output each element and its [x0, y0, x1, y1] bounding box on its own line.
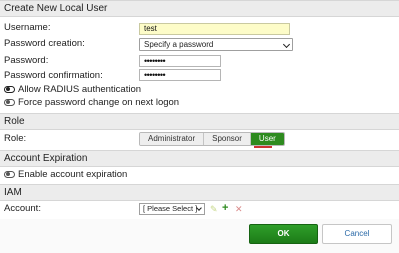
allow-radius-toggle[interactable] — [4, 86, 15, 93]
password-creation-label: Password creation: — [4, 38, 85, 49]
edit-icon[interactable]: ✎ — [210, 203, 218, 215]
password-creation-select[interactable]: Specify a password — [139, 38, 293, 51]
role-label: Role: — [4, 133, 27, 144]
iam-section-title: IAM — [0, 184, 399, 201]
force-password-change-label: Force password change on next logon — [18, 97, 180, 108]
password-confirmation-label: Password confirmation: — [4, 70, 103, 81]
dialog-title: Create New Local User — [0, 0, 399, 17]
enable-expiration-toggle[interactable] — [4, 171, 15, 178]
selected-role-underline — [254, 146, 272, 148]
remove-icon[interactable]: ✕ — [235, 203, 243, 215]
username-input[interactable]: test — [139, 23, 290, 35]
toggle-knob — [5, 172, 10, 177]
password-creation-value: Specify a password — [144, 40, 214, 49]
force-password-change-toggle[interactable] — [4, 99, 15, 106]
account-select[interactable]: [ Please Select ] — [139, 203, 205, 215]
account-select-value: [ Please Select ] — [143, 204, 198, 213]
role-segmented-control[interactable]: Administrator Sponsor User — [139, 132, 285, 146]
chevron-down-icon — [282, 40, 291, 49]
cancel-button[interactable]: Cancel — [322, 224, 392, 244]
username-label: Username: — [4, 22, 51, 33]
role-option-user[interactable]: User — [250, 133, 284, 145]
enable-expiration-label: Enable account expiration — [18, 169, 128, 180]
ok-button[interactable]: OK — [249, 224, 318, 244]
role-option-sponsor[interactable]: Sponsor — [204, 133, 251, 145]
role-section-title: Role — [0, 113, 399, 130]
toggle-knob — [5, 87, 10, 92]
password-confirmation-input[interactable]: •••••••• — [139, 69, 221, 81]
toggle-knob — [5, 100, 10, 105]
account-label: Account: — [4, 203, 41, 214]
password-input[interactable]: •••••••• — [139, 55, 221, 67]
password-label: Password: — [4, 55, 49, 66]
add-icon[interactable]: + — [222, 202, 228, 214]
account-expiration-section-title: Account Expiration — [0, 150, 399, 167]
role-option-administrator[interactable]: Administrator — [140, 133, 205, 145]
allow-radius-label: Allow RADIUS authentication — [18, 84, 142, 95]
